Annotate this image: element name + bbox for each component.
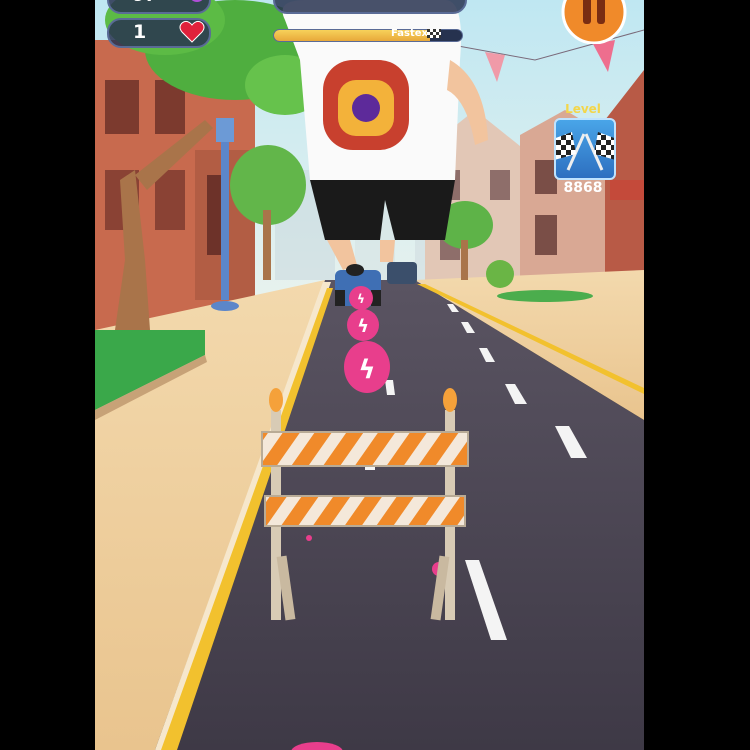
level-number: 8868 <box>563 180 603 196</box>
distant-car <box>387 262 417 284</box>
progress-label: Fastex <box>391 28 428 39</box>
heart-icon <box>179 20 205 48</box>
level-card: Level 8868 <box>550 98 620 198</box>
right-bush <box>486 260 514 288</box>
coin: ϟ <box>347 309 379 341</box>
svg-text:ϟ: ϟ <box>358 355 375 385</box>
score-counter: 978 <box>273 0 467 14</box>
pause-icon <box>561 0 627 45</box>
coin: ϟ <box>344 341 390 393</box>
pause-button[interactable] <box>561 0 627 45</box>
svg-text:ϟ: ϟ <box>357 316 369 337</box>
right-planter <box>497 290 593 302</box>
svg-text:ϟ: ϟ <box>357 292 365 306</box>
lives-count: 1 <box>133 21 147 43</box>
score-value: 978 <box>385 0 421 5</box>
lives-counter: 1 <box>107 18 211 48</box>
level-title: Level <box>565 102 601 116</box>
coin: ϟ <box>349 286 373 310</box>
game-viewport: ϟ ϟ ϟ 97 <box>95 0 644 750</box>
gems-counter: 97 <box>107 0 211 14</box>
level-badge <box>550 118 620 180</box>
gems-count: 97 <box>133 0 157 6</box>
checkered-flags-icon <box>550 132 620 171</box>
race-progress: Fastex <box>273 27 463 43</box>
finish-flag-icon <box>427 29 441 38</box>
gem-icon <box>187 0 207 6</box>
